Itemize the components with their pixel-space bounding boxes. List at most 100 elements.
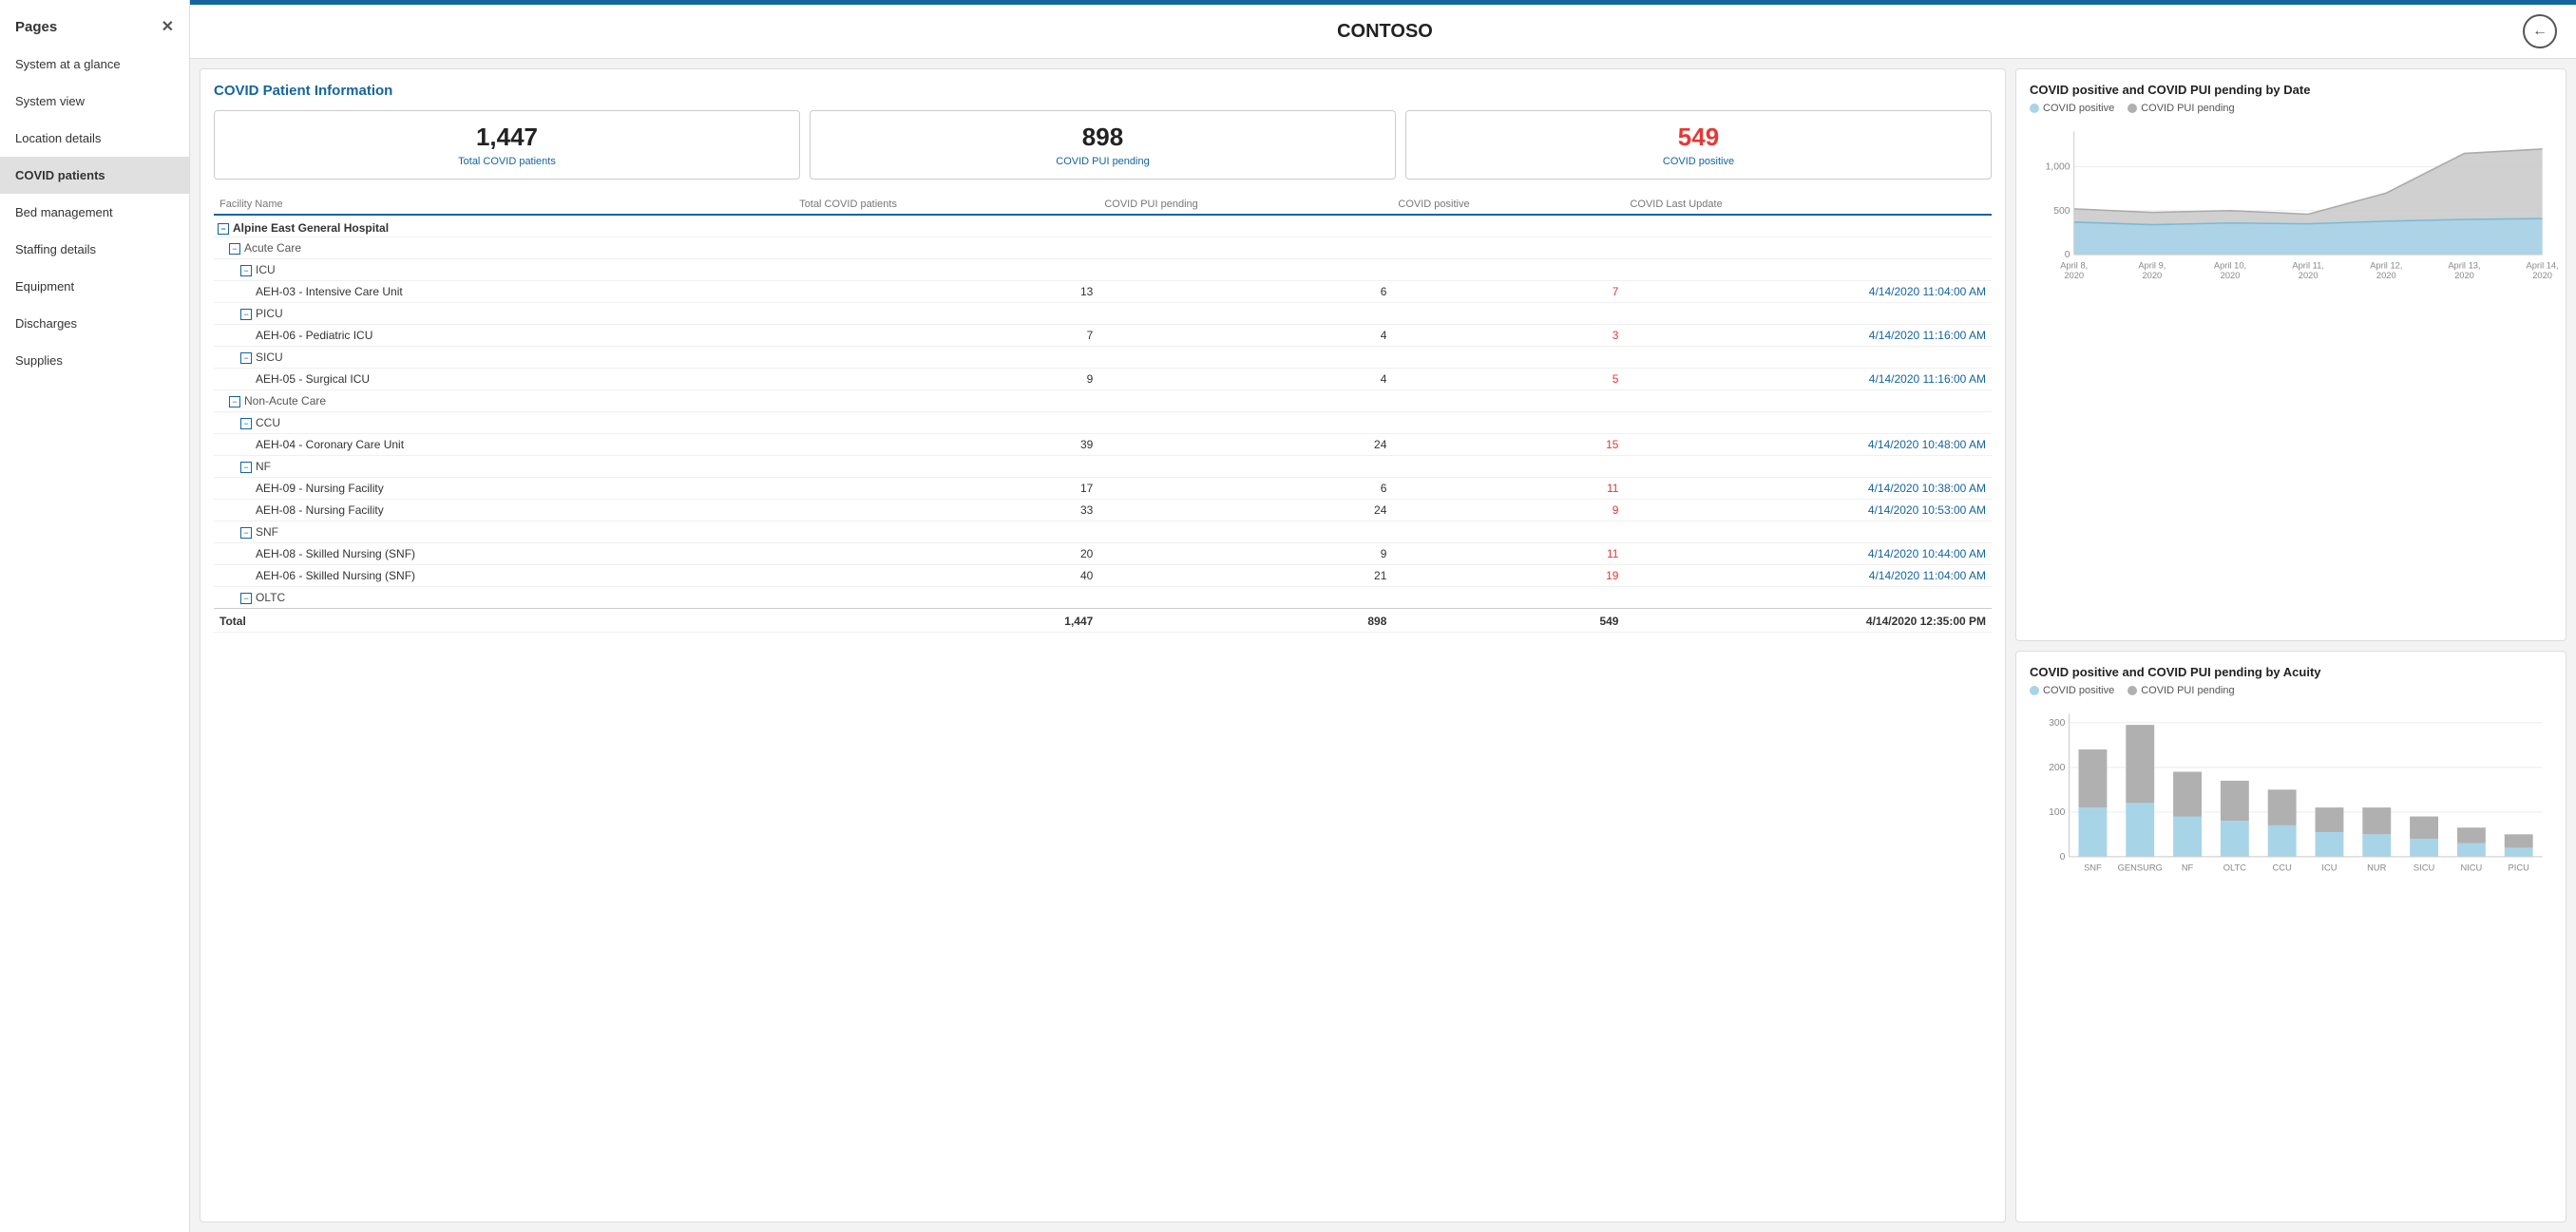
table-row[interactable]: −Non-Acute Care: [214, 390, 1992, 412]
bar-pui: [2126, 725, 2154, 803]
sidebar-item-system-view[interactable]: System view: [0, 83, 189, 120]
svg-text:OLTC: OLTC: [2223, 862, 2246, 872]
expand-icon[interactable]: −: [218, 223, 229, 235]
positive: 11: [1392, 478, 1624, 500]
total-covid: 13: [793, 281, 1098, 303]
svg-text:April 10,: April 10,: [2214, 261, 2246, 271]
expand-icon[interactable]: −: [240, 352, 252, 364]
total-covid: 39: [793, 434, 1098, 456]
expand-icon[interactable]: −: [240, 593, 252, 604]
last-update: 4/14/2020 10:48:00 AM: [1624, 434, 1992, 456]
table-row[interactable]: AEH-08 - Skilled Nursing (SNF)209114/14/…: [214, 543, 1992, 565]
chart2-title: COVID positive and COVID PUI pending by …: [2030, 665, 2552, 679]
sidebar-item-system-at-a-glance[interactable]: System at a glance: [0, 46, 189, 83]
sidebar-item-equipment[interactable]: Equipment: [0, 268, 189, 305]
positive: 19: [1392, 565, 1624, 587]
sidebar-item-location-details[interactable]: Location details: [0, 120, 189, 157]
total-covid: 7: [793, 325, 1098, 347]
table-row[interactable]: AEH-09 - Nursing Facility176114/14/2020 …: [214, 478, 1992, 500]
last-update: 4/14/2020 11:04:00 AM: [1624, 565, 1992, 587]
total-covid: 33: [793, 500, 1098, 521]
category-name: −NF: [214, 456, 1992, 478]
table-row[interactable]: AEH-04 - Coronary Care Unit3924154/14/20…: [214, 434, 1992, 456]
back-button[interactable]: ←: [2523, 14, 2557, 48]
svg-text:PICU: PICU: [2509, 862, 2530, 872]
pui: 4: [1098, 325, 1392, 347]
pui: 6: [1098, 478, 1392, 500]
col-header: COVID positive: [1392, 195, 1624, 215]
expand-icon[interactable]: −: [240, 418, 252, 429]
facility-name: AEH-09 - Nursing Facility: [214, 478, 793, 500]
table-row[interactable]: −Acute Care: [214, 237, 1992, 259]
svg-text:April 11,: April 11,: [2292, 261, 2324, 271]
legend-dot: [2128, 104, 2137, 113]
expand-icon[interactable]: −: [229, 396, 240, 408]
sidebar-item-bed-management[interactable]: Bed management: [0, 194, 189, 231]
last-update: 4/14/2020 11:16:00 AM: [1624, 325, 1992, 347]
chart1-svg: 0 500 1,000 April 8, 2020April 9, 2020Ap…: [2030, 122, 2552, 299]
facility-name: AEH-05 - Surgical ICU: [214, 369, 793, 390]
bar-pui: [2078, 749, 2107, 806]
bar-pui: [2410, 816, 2438, 839]
close-icon[interactable]: ✕: [162, 17, 174, 36]
bar-positive: [2410, 839, 2438, 857]
table-row[interactable]: AEH-06 - Skilled Nursing (SNF)4021194/14…: [214, 565, 1992, 587]
col-header: COVID PUI pending: [1098, 195, 1392, 215]
covid-section-title: COVID Patient Information: [214, 83, 1992, 99]
svg-text:2020: 2020: [2376, 271, 2396, 280]
table-row[interactable]: −Alpine East General Hospital: [214, 215, 1992, 237]
svg-text:200: 200: [2049, 762, 2066, 772]
table-row[interactable]: −OLTC: [214, 587, 1992, 609]
total-covid: 20: [793, 543, 1098, 565]
positive: 7: [1392, 281, 1624, 303]
table-row[interactable]: −PICU: [214, 303, 1992, 325]
table-row[interactable]: AEH-06 - Pediatric ICU7434/14/2020 11:16…: [214, 325, 1992, 347]
expand-icon[interactable]: −: [240, 462, 252, 473]
chart1-title: COVID positive and COVID PUI pending by …: [2030, 83, 2552, 97]
table-row[interactable]: AEH-05 - Surgical ICU9454/14/2020 11:16:…: [214, 369, 1992, 390]
top-bar: CONTOSO ←: [190, 5, 2576, 59]
bar-positive: [2126, 803, 2154, 856]
pui: 24: [1098, 434, 1392, 456]
chart2-card: COVID positive and COVID PUI pending by …: [2015, 651, 2566, 1223]
bar-positive: [2268, 824, 2297, 856]
expand-icon[interactable]: −: [240, 527, 252, 539]
kpi-card: 898 COVID PUI pending: [810, 110, 1396, 180]
right-panel: COVID positive and COVID PUI pending by …: [2015, 68, 2566, 1223]
sidebar-item-covid-patients[interactable]: COVID patients: [0, 157, 189, 194]
sidebar-item-discharges[interactable]: Discharges: [0, 305, 189, 342]
covid-table: Facility NameTotal COVID patientsCOVID P…: [214, 195, 1992, 633]
table-row[interactable]: AEH-08 - Nursing Facility332494/14/2020 …: [214, 500, 1992, 521]
expand-icon[interactable]: −: [229, 243, 240, 255]
svg-text:300: 300: [2049, 717, 2066, 728]
legend-dot: [2128, 686, 2137, 695]
table-row[interactable]: −SICU: [214, 347, 1992, 369]
table-container[interactable]: Facility NameTotal COVID patientsCOVID P…: [214, 195, 1992, 1208]
expand-icon[interactable]: −: [240, 265, 252, 276]
main-area: CONTOSO ← COVID Patient Information 1,44…: [190, 0, 2576, 1232]
sidebar-item-staffing-details[interactable]: Staffing details: [0, 231, 189, 268]
last-update: 4/14/2020 10:38:00 AM: [1624, 478, 1992, 500]
legend-label: COVID PUI pending: [2141, 103, 2234, 114]
positive: 15: [1392, 434, 1624, 456]
svg-text:NF: NF: [2182, 862, 2194, 872]
kpi-card: 1,447 Total COVID patients: [214, 110, 800, 180]
table-row[interactable]: −SNF: [214, 521, 1992, 543]
legend-label: COVID positive: [2043, 103, 2114, 114]
expand-icon[interactable]: −: [240, 309, 252, 320]
table-row[interactable]: −CCU: [214, 412, 1992, 434]
category-name: −CCU: [214, 412, 1992, 434]
kpi-number: 1,447: [230, 123, 784, 152]
svg-text:2020: 2020: [2142, 271, 2162, 280]
total-covid: 40: [793, 565, 1098, 587]
last-update: 4/14/2020 10:44:00 AM: [1624, 543, 1992, 565]
legend-label: COVID PUI pending: [2141, 685, 2234, 696]
sidebar-item-supplies[interactable]: Supplies: [0, 342, 189, 379]
table-row[interactable]: −NF: [214, 456, 1992, 478]
table-row[interactable]: −ICU: [214, 259, 1992, 281]
legend-item: COVID PUI pending: [2128, 685, 2234, 696]
bar-positive: [2457, 843, 2486, 856]
table-row[interactable]: AEH-03 - Intensive Care Unit13674/14/202…: [214, 281, 1992, 303]
chart1-area: 0 500 1,000 April 8, 2020April 9, 2020Ap…: [2030, 122, 2552, 627]
col-header: Total COVID patients: [793, 195, 1098, 215]
